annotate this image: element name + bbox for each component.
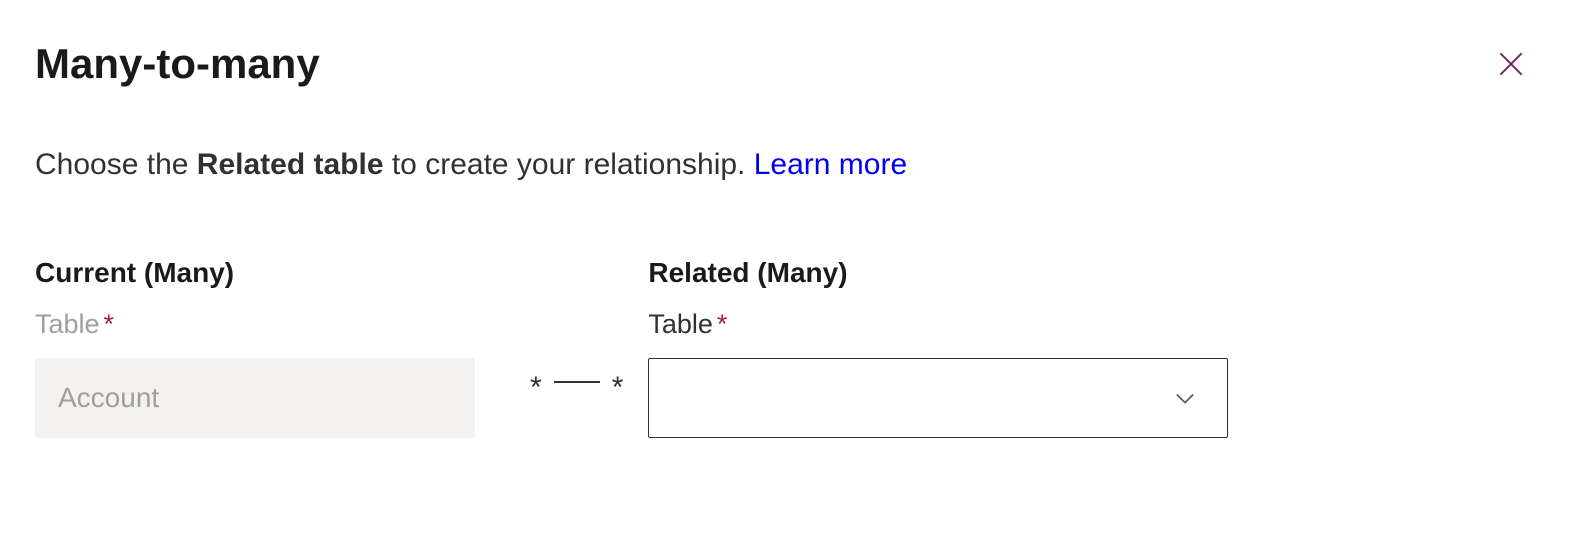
related-heading: Related (Many) (648, 257, 1228, 289)
chevron-down-icon (1171, 384, 1199, 412)
required-asterisk: * (104, 309, 115, 339)
required-asterisk: * (717, 309, 728, 339)
dialog-title: Many-to-many (35, 40, 320, 88)
current-table-field: Account (35, 358, 475, 438)
description-prefix: Choose the (35, 148, 197, 181)
related-table-label: Table* (648, 309, 1228, 340)
dialog-description: Choose the Related table to create your … (35, 148, 1540, 182)
close-button[interactable] (1487, 40, 1535, 91)
current-table-label-text: Table (35, 309, 100, 339)
relationship-connector: * * (505, 367, 648, 397)
connector-left-asterisk: * (530, 373, 542, 403)
related-table-dropdown[interactable] (648, 358, 1228, 438)
close-icon (1495, 48, 1527, 80)
description-bold: Related table (197, 148, 384, 181)
current-table-value: Account (58, 382, 159, 414)
connector-line-icon (554, 381, 600, 383)
current-heading: Current (Many) (35, 257, 505, 289)
dialog-header: Many-to-many (35, 40, 1540, 88)
learn-more-link[interactable]: Learn more (754, 148, 907, 181)
description-suffix: to create your relationship. (384, 148, 754, 181)
related-column: Related (Many) Table* (648, 257, 1228, 438)
current-column: Current (Many) Table* Account (35, 257, 505, 438)
connector-right-asterisk: * (612, 373, 624, 403)
form-row: Current (Many) Table* Account * * Relate… (35, 257, 1540, 438)
related-table-label-text: Table (648, 309, 713, 339)
current-table-label: Table* (35, 309, 505, 340)
